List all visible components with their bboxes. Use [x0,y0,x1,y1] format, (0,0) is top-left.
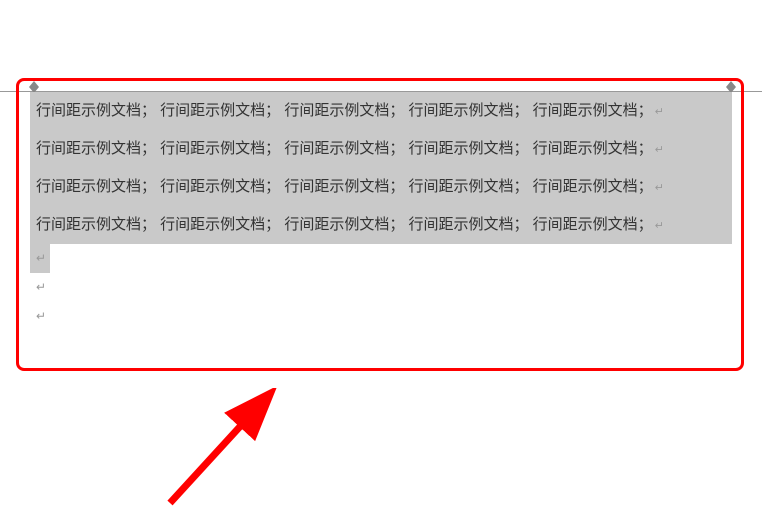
annotation-frame [16,78,744,371]
annotation-arrow [140,388,300,508]
